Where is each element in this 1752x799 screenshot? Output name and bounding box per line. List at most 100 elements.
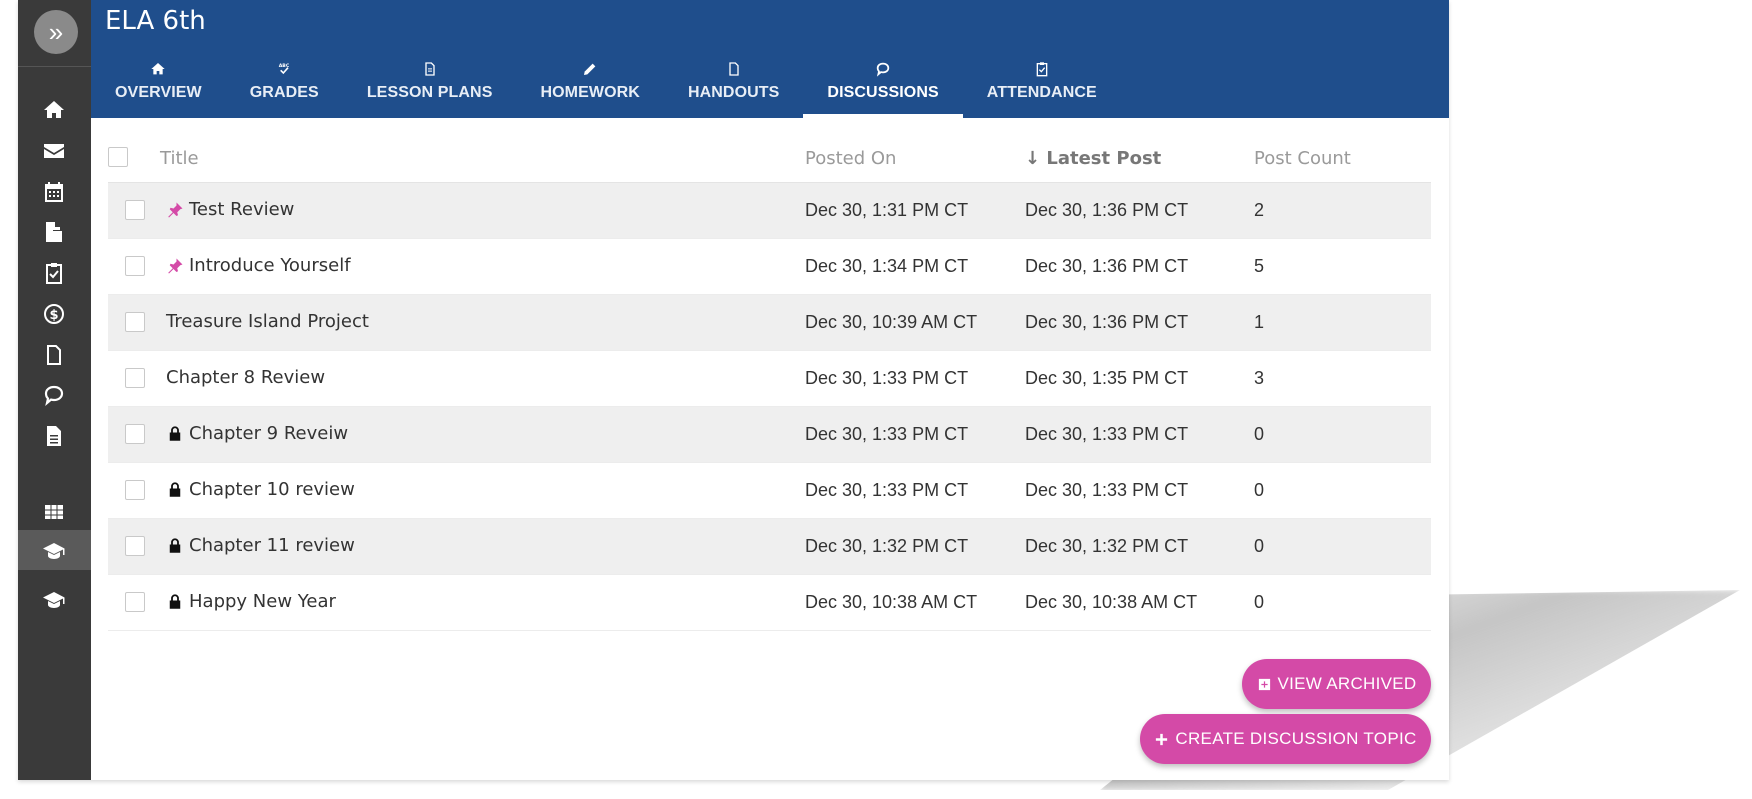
tab-label: HOMEWORK [540, 84, 640, 101]
topic-title-text: Chapter 8 Review [166, 367, 326, 388]
table-row[interactable]: Introduce Yourself Dec 30, 1:34 PM CT De… [108, 239, 1431, 295]
posted-on-cell: Dec 30, 1:33 PM CT [805, 368, 969, 388]
post-count-cell: 0 [1254, 480, 1265, 500]
column-header-label: Latest Post [1046, 148, 1162, 169]
row-checkbox[interactable] [125, 536, 145, 556]
tab-label: HANDOUTS [687, 84, 780, 101]
latest-post-cell: Dec 30, 1:36 PM CT [1025, 200, 1189, 220]
clipboard-check-icon [46, 263, 62, 284]
svg-text:$: $ [49, 308, 58, 323]
column-header-posted-on[interactable]: Posted On [805, 148, 896, 169]
topic-title[interactable]: Chapter 10 review [166, 479, 355, 500]
calendar-icon [45, 182, 63, 202]
topic-title[interactable]: Chapter 11 review [166, 535, 355, 556]
tab-homework[interactable]: HOMEWORK [516, 58, 663, 118]
table-row[interactable]: Chapter 10 review Dec 30, 1:33 PM CT Dec… [108, 463, 1431, 519]
table-row[interactable]: Happy New Year Dec 30, 10:38 AM CT Dec 3… [108, 575, 1431, 631]
topic-title[interactable]: Chapter 9 Reveiw [166, 423, 348, 444]
tab-lesson-plans[interactable]: LESSON PLANS [343, 58, 517, 118]
topic-title-text: Introduce Yourself [189, 255, 351, 276]
tab-overview[interactable]: OVERVIEW [91, 58, 226, 118]
sidebar-item-discussions[interactable] [36, 380, 72, 410]
sidebar-item-classes[interactable] [36, 536, 72, 566]
row-checkbox[interactable] [125, 592, 145, 612]
mail-icon [44, 144, 64, 158]
sidebar-item-files[interactable] [36, 340, 72, 370]
row-checkbox[interactable] [125, 312, 145, 332]
course-header: ELA 6th OVERVIEW ABC GRADES LESSON PLANS… [91, 0, 1449, 118]
row-checkbox[interactable] [125, 368, 145, 388]
sidebar-item-attendance[interactable] [36, 258, 72, 288]
tab-label: DISCUSSIONS [827, 84, 939, 101]
post-count-cell: 3 [1254, 368, 1265, 388]
latest-post-cell: Dec 30, 1:36 PM CT [1025, 256, 1189, 276]
sidebar-item-dashboard[interactable] [36, 497, 72, 527]
discussions-table: Title Posted On ↓ Latest Post Post Count… [108, 134, 1431, 631]
grades-icon: ABC [279, 63, 290, 75]
topic-title[interactable]: Chapter 8 Review [166, 367, 325, 388]
sidebar-item-copy[interactable] [36, 217, 72, 247]
post-count-cell: 0 [1254, 592, 1265, 612]
view-archived-button[interactable]: VIEW ARCHIVED [1242, 659, 1431, 709]
tab-grades[interactable]: ABC GRADES [226, 58, 343, 118]
row-checkbox[interactable] [125, 480, 145, 500]
pin-icon [168, 258, 183, 273]
file-icon [47, 345, 61, 365]
row-checkbox[interactable] [125, 256, 145, 276]
file-icon [729, 62, 739, 76]
column-header-title[interactable]: Title [160, 148, 199, 169]
posted-on-cell: Dec 30, 1:33 PM CT [805, 480, 969, 500]
pin-icon [168, 202, 183, 217]
create-discussion-topic-button[interactable]: CREATE DISCUSSION TOPIC [1140, 714, 1431, 764]
row-checkbox[interactable] [125, 424, 145, 444]
topic-title[interactable]: Happy New Year [166, 591, 336, 612]
table-header: Title Posted On ↓ Latest Post Post Count [108, 134, 1431, 183]
table-row[interactable]: Chapter 11 review Dec 30, 1:32 PM CT Dec… [108, 519, 1431, 575]
pencil-icon [584, 63, 596, 75]
copy-icon [46, 222, 62, 242]
tab-label: LESSON PLANS [366, 84, 493, 101]
tab-discussions[interactable]: DISCUSSIONS [803, 58, 964, 118]
sidebar-item-payments[interactable]: $ [36, 299, 72, 329]
chat-icon [876, 62, 890, 77]
latest-post-cell: Dec 30, 10:38 AM CT [1025, 592, 1198, 612]
table-row[interactable]: Treasure Island Project Dec 30, 10:39 AM… [108, 295, 1431, 351]
select-all-checkbox[interactable] [108, 147, 128, 167]
topic-title[interactable]: Treasure Island Project [166, 311, 369, 332]
sidebar-item-calendar[interactable] [36, 177, 72, 207]
posted-on-cell: Dec 30, 10:38 AM CT [805, 592, 978, 612]
lock-icon [169, 425, 181, 441]
tab-label: OVERVIEW [115, 84, 202, 101]
posted-on-cell: Dec 30, 1:31 PM CT [805, 200, 969, 220]
column-header-latest-post[interactable]: ↓ Latest Post [1025, 148, 1161, 169]
tab-attendance[interactable]: ATTENDANCE [963, 58, 1121, 118]
posted-on-cell: Dec 30, 1:34 PM CT [805, 256, 969, 276]
latest-post-cell: Dec 30, 1:35 PM CT [1025, 368, 1189, 388]
clipboard-check-icon [1036, 62, 1048, 77]
page-title: ELA 6th [105, 6, 206, 36]
row-checkbox[interactable] [125, 200, 145, 220]
lock-icon [169, 593, 181, 609]
sort-down-arrow-icon: ↓ [1025, 148, 1041, 169]
latest-post-cell: Dec 30, 1:36 PM CT [1025, 312, 1189, 332]
graduation-cap-icon [43, 543, 65, 559]
post-count-cell: 5 [1254, 256, 1265, 276]
topic-title[interactable]: Test Review [166, 199, 294, 220]
sidebar-item-school[interactable] [36, 585, 72, 615]
table-row[interactable]: Test Review Dec 30, 1:31 PM CT Dec 30, 1… [108, 183, 1431, 239]
column-header-post-count[interactable]: Post Count [1254, 148, 1351, 169]
sidebar-item-documents[interactable] [36, 421, 72, 451]
table-row[interactable]: Chapter 9 Reveiw Dec 30, 1:33 PM CT Dec … [108, 407, 1431, 463]
expand-sidebar-button[interactable]: » [34, 10, 78, 54]
tab-label: ATTENDANCE [986, 84, 1097, 101]
table-row[interactable]: Chapter 8 Review Dec 30, 1:33 PM CT Dec … [108, 351, 1431, 407]
post-count-cell: 2 [1254, 200, 1265, 220]
topic-title-text: Treasure Island Project [166, 311, 369, 332]
sidebar-item-home[interactable] [36, 95, 72, 125]
sidebar-item-mail[interactable] [36, 136, 72, 166]
tab-handouts[interactable]: HANDOUTS [664, 58, 803, 118]
post-count-cell: 0 [1254, 536, 1265, 556]
view-archived-label: VIEW ARCHIVED [1277, 674, 1417, 693]
topic-title[interactable]: Introduce Yourself [166, 255, 351, 276]
latest-post-cell: Dec 30, 1:33 PM CT [1025, 480, 1189, 500]
